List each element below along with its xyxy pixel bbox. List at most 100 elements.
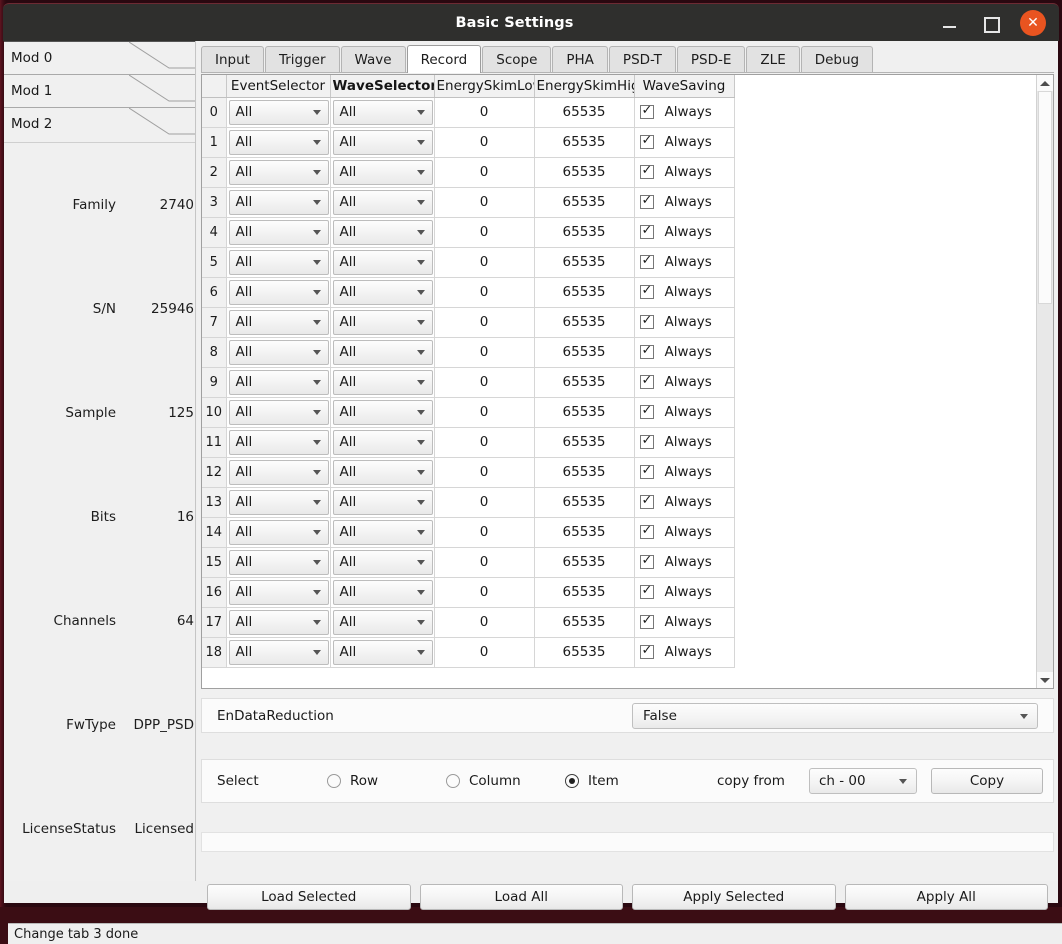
wave-saving-cell[interactable]: Always [635, 428, 734, 457]
row-index[interactable]: 12 [202, 457, 227, 488]
cell-wave-selector[interactable]: All [330, 577, 435, 608]
cell-wave-saving[interactable]: Always [634, 547, 735, 578]
cell-wave-saving[interactable]: Always [634, 97, 735, 128]
wave-saving-cell[interactable]: Always [635, 128, 734, 157]
cell-event-selector[interactable]: All [226, 457, 331, 488]
wave-saving-cell[interactable]: Always [635, 218, 734, 247]
cell-event-selector[interactable]: All [226, 607, 331, 638]
checkbox-icon[interactable] [639, 163, 654, 179]
module-tab-2[interactable]: Mod 2 [4, 107, 195, 140]
checkbox-icon[interactable] [639, 523, 654, 539]
checkbox-icon[interactable] [639, 283, 654, 299]
cell-energy-skim-high[interactable]: 65535 [534, 517, 635, 548]
maximize-icon[interactable] [980, 13, 1000, 33]
load-all-button[interactable]: Load All [419, 884, 623, 910]
cell-wave-saving[interactable]: Always [634, 397, 735, 428]
row-index[interactable]: 1 [202, 127, 227, 158]
row-index[interactable]: 14 [202, 517, 227, 548]
checkbox-icon[interactable] [639, 193, 654, 209]
wave-saving-cell[interactable]: Always [635, 338, 734, 367]
checkbox-icon[interactable] [639, 643, 654, 659]
column-header-wavesaving[interactable]: WaveSaving [634, 75, 735, 98]
wave-saving-cell[interactable]: Always [635, 518, 734, 547]
cell-energy-skim-high[interactable]: 65535 [534, 547, 635, 578]
checkbox-icon[interactable] [639, 583, 654, 599]
tab-psd-t[interactable]: PSD-T [608, 46, 676, 72]
wave-selector-select[interactable]: All [332, 219, 433, 245]
column-header-corner[interactable] [202, 75, 227, 98]
event-selector-select[interactable]: All [228, 639, 329, 665]
wave-selector-select[interactable]: All [332, 189, 433, 215]
checkbox-icon[interactable] [639, 373, 654, 389]
cell-energy-skim-low[interactable]: 0 [434, 337, 535, 368]
cell-energy-skim-low[interactable]: 0 [434, 367, 535, 398]
table-row[interactable]: 2 All All 0 65535 Always [202, 157, 735, 188]
wave-saving-cell[interactable]: Always [635, 458, 734, 487]
table-row[interactable]: 0 All All 0 65535 Always [202, 97, 735, 128]
row-index[interactable]: 3 [202, 187, 227, 218]
wave-selector-select[interactable]: All [332, 369, 433, 395]
cell-wave-saving[interactable]: Always [634, 127, 735, 158]
cell-wave-saving[interactable]: Always [634, 157, 735, 188]
cell-energy-skim-low[interactable]: 0 [434, 397, 535, 428]
cell-wave-selector[interactable]: All [330, 547, 435, 578]
cell-energy-skim-low[interactable]: 0 [434, 277, 535, 308]
event-selector-select[interactable]: All [228, 579, 329, 605]
cell-energy-skim-high[interactable]: 65535 [534, 217, 635, 248]
cell-wave-saving[interactable]: Always [634, 577, 735, 608]
cell-event-selector[interactable]: All [226, 397, 331, 428]
event-selector-select[interactable]: All [228, 189, 329, 215]
scroll-up-icon[interactable] [1037, 75, 1053, 91]
cell-wave-selector[interactable]: All [330, 427, 435, 458]
checkbox-icon[interactable] [639, 613, 654, 629]
checkbox-icon[interactable] [639, 253, 654, 269]
wave-saving-cell[interactable]: Always [635, 98, 734, 127]
en-data-reduction-select[interactable]: False [632, 702, 1038, 729]
cell-event-selector[interactable]: All [226, 577, 331, 608]
wave-selector-select[interactable]: All [332, 129, 433, 155]
cell-wave-selector[interactable]: All [330, 487, 435, 518]
wave-saving-cell[interactable]: Always [635, 548, 734, 577]
cell-event-selector[interactable]: All [226, 337, 331, 368]
cell-event-selector[interactable]: All [226, 187, 331, 218]
cell-wave-saving[interactable]: Always [634, 187, 735, 218]
event-selector-select[interactable]: All [228, 399, 329, 425]
wave-selector-select[interactable]: All [332, 489, 433, 515]
table-row[interactable]: 4 All All 0 65535 Always [202, 217, 735, 248]
wave-selector-select[interactable]: All [332, 279, 433, 305]
cell-energy-skim-high[interactable]: 65535 [534, 307, 635, 338]
cell-wave-saving[interactable]: Always [634, 637, 735, 668]
event-selector-select[interactable]: All [228, 369, 329, 395]
table-row[interactable]: 6 All All 0 65535 Always [202, 277, 735, 308]
cell-energy-skim-high[interactable]: 65535 [534, 457, 635, 488]
module-tab-1[interactable]: Mod 1 [4, 74, 195, 107]
cell-energy-skim-low[interactable]: 0 [434, 427, 535, 458]
row-index[interactable]: 4 [202, 217, 227, 248]
copy-button[interactable]: Copy [930, 768, 1043, 794]
cell-event-selector[interactable]: All [226, 277, 331, 308]
cell-energy-skim-high[interactable]: 65535 [534, 397, 635, 428]
event-selector-select[interactable]: All [228, 339, 329, 365]
event-selector-select[interactable]: All [228, 609, 329, 635]
event-selector-select[interactable]: All [228, 549, 329, 575]
cell-wave-selector[interactable]: All [330, 217, 435, 248]
row-index[interactable]: 6 [202, 277, 227, 308]
cell-wave-saving[interactable]: Always [634, 337, 735, 368]
table-row[interactable]: 11 All All 0 65535 Always [202, 427, 735, 458]
row-index[interactable]: 0 [202, 97, 227, 128]
wave-saving-cell[interactable]: Always [635, 398, 734, 427]
cell-energy-skim-low[interactable]: 0 [434, 577, 535, 608]
event-selector-select[interactable]: All [228, 99, 329, 125]
cell-wave-saving[interactable]: Always [634, 487, 735, 518]
cell-energy-skim-high[interactable]: 65535 [534, 487, 635, 518]
cell-event-selector[interactable]: All [226, 427, 331, 458]
wave-selector-select[interactable]: All [332, 519, 433, 545]
checkbox-icon[interactable] [639, 463, 654, 479]
event-selector-select[interactable]: All [228, 429, 329, 455]
cell-energy-skim-low[interactable]: 0 [434, 547, 535, 578]
cell-wave-selector[interactable]: All [330, 457, 435, 488]
radio-row[interactable]: Row [327, 773, 446, 789]
cell-event-selector[interactable]: All [226, 547, 331, 578]
cell-wave-saving[interactable]: Always [634, 367, 735, 398]
wave-selector-select[interactable]: All [332, 609, 433, 635]
